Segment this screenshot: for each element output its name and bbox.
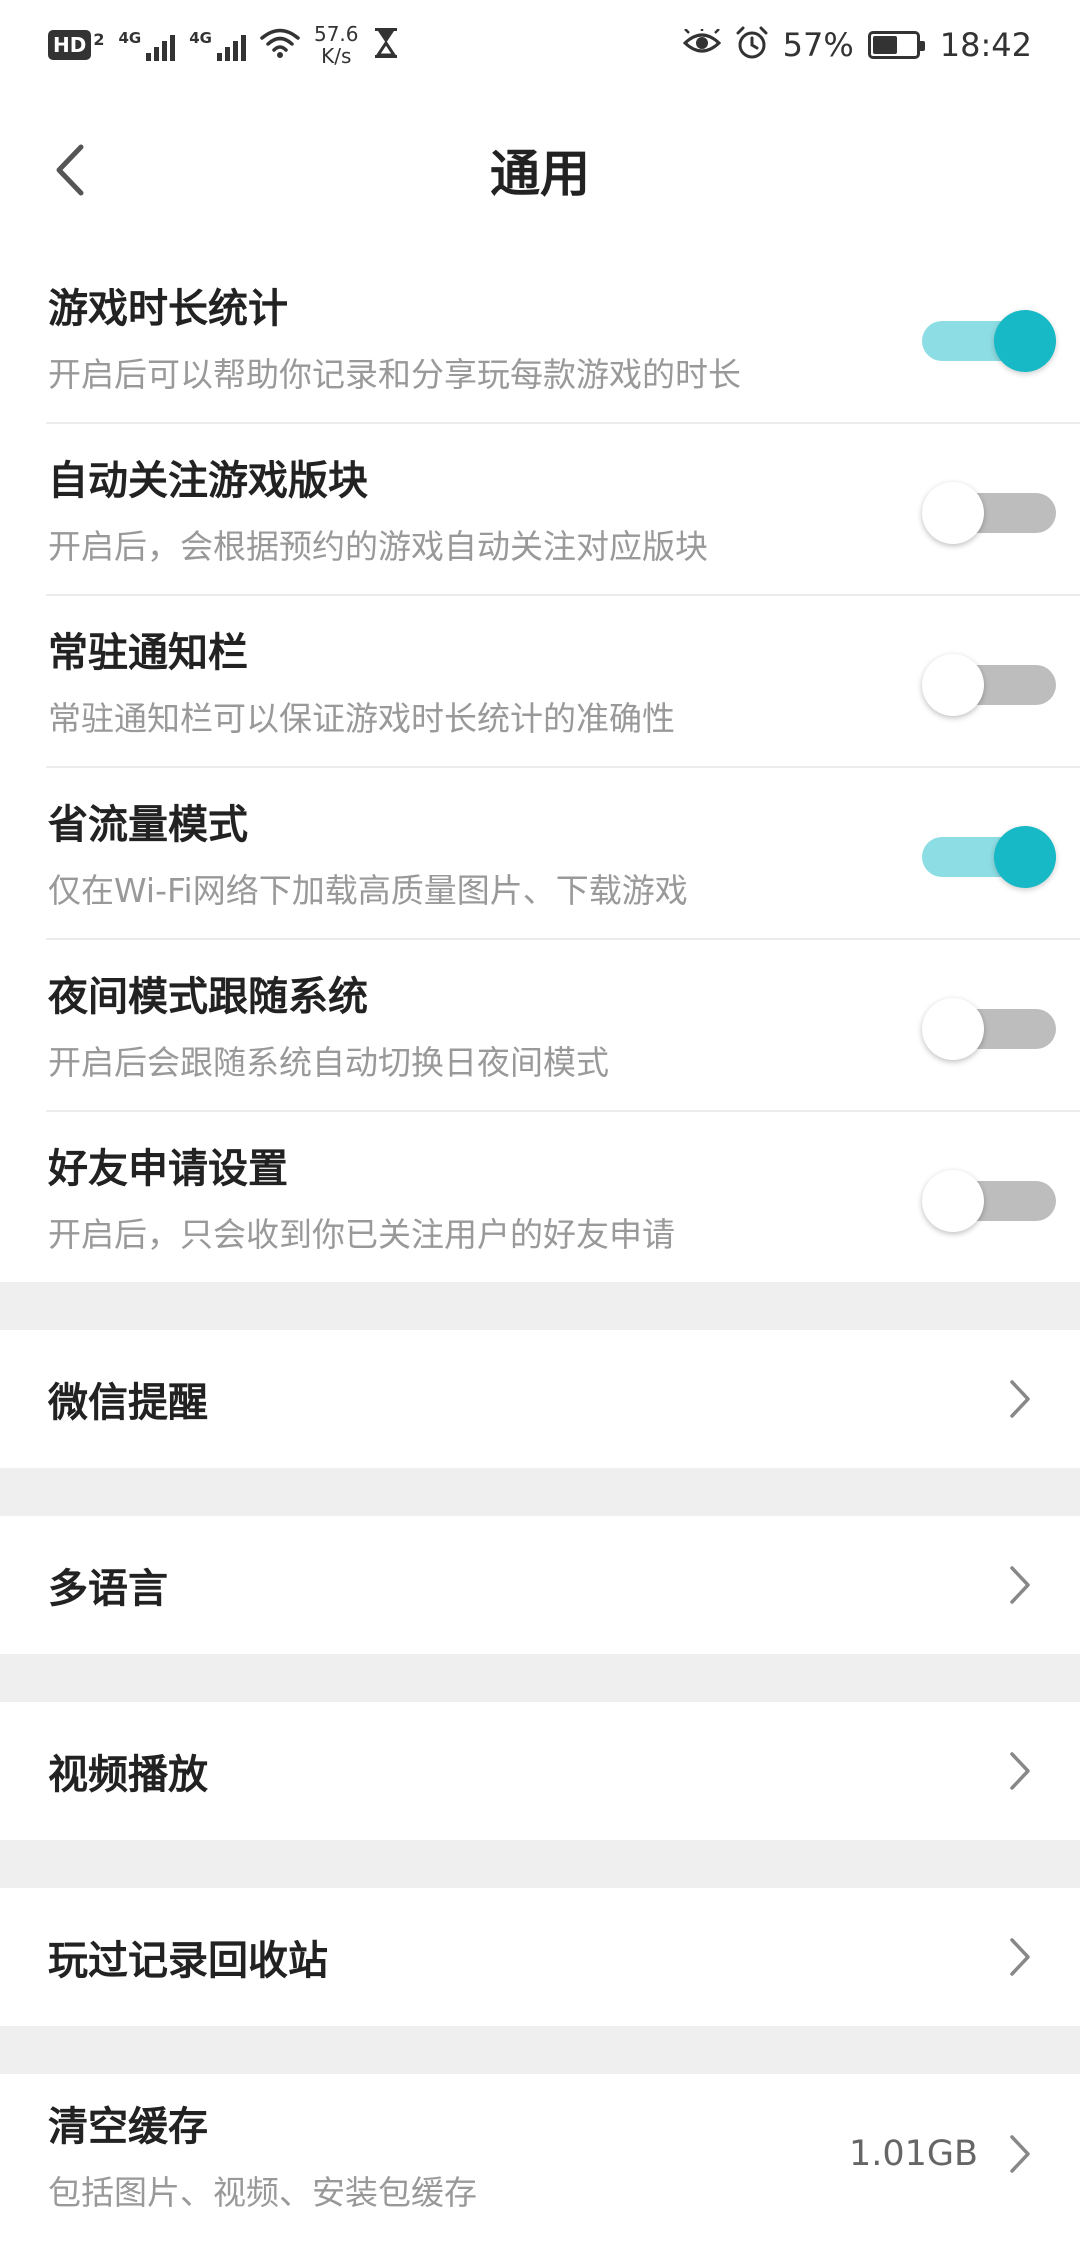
clear-cache-title: 清空缓存 — [48, 2104, 208, 2150]
hd-sub-label: 2 — [93, 29, 105, 49]
toggle-row: 游戏时长统计 开启后可以帮助你记录和分享玩每款游戏的时长 — [0, 250, 1080, 422]
speed-unit: K/s — [321, 44, 352, 68]
header: 通用 — [0, 90, 1080, 250]
speed-value: 57.6 — [313, 22, 359, 46]
settings-screen: HD 2 4G 4G 57.6 K/s 57% 18:42 通用 游戏时长统计 … — [0, 0, 1080, 2244]
nav-row-title: 玩过记录回收站 — [48, 1938, 328, 1984]
toggle-knob — [922, 1170, 984, 1232]
toggle-row-desc: 仅在Wi-Fi网络下加载高质量图片、下载游戏 — [48, 871, 688, 910]
battery-percent: 57% — [782, 26, 854, 64]
battery-icon — [867, 31, 925, 59]
toggle-row: 常驻通知栏 常驻通知栏可以保证游戏时长统计的准确性 — [0, 594, 1080, 766]
signal-label: 4G — [118, 29, 142, 47]
toggle-knob — [922, 482, 984, 544]
toggle-switch[interactable] — [922, 301, 1056, 372]
toggle-row-desc: 开启后会跟随系统自动切换日夜间模式 — [48, 1043, 609, 1082]
section-gap — [0, 1468, 1080, 1516]
toggle-row-texts: 游戏时长统计 开启后可以帮助你记录和分享玩每款游戏的时长 — [48, 276, 741, 396]
hourglass-icon — [373, 27, 399, 63]
clear-cache-texts: 清空缓存 包括图片、视频、安装包缓存 — [48, 2094, 477, 2214]
page-title: 通用 — [490, 145, 590, 203]
toggle-row-desc: 开启后，只会收到你已关注用户的好友申请 — [48, 1215, 675, 1254]
battery-fill — [872, 36, 897, 54]
section-gap — [0, 1840, 1080, 1888]
chevron-right-icon — [1000, 1932, 1040, 1982]
toggle-switch[interactable] — [922, 645, 1056, 716]
toggle-row-texts: 省流量模式 仅在Wi-Fi网络下加载高质量图片、下载游戏 — [48, 792, 688, 912]
eye-icon — [682, 26, 721, 61]
toggle-row-title: 好友申请设置 — [48, 1146, 288, 1192]
chevron-right-icon — [1000, 2129, 1040, 2179]
toggle-row-texts: 夜间模式跟随系统 开启后会跟随系统自动切换日夜间模式 — [48, 964, 609, 1084]
hd-icon: HD 2 — [48, 30, 104, 61]
chevron-left-icon — [56, 144, 84, 196]
toggle-knob — [922, 654, 984, 716]
cache-size-value: 1.01GB — [848, 2134, 978, 2174]
toggle-row-texts: 自动关注游戏版块 开启后，会根据预约的游戏自动关注对应版块 — [48, 448, 708, 568]
clear-cache-desc: 包括图片、视频、安装包缓存 — [48, 2173, 477, 2212]
nav-settings-list: 微信提醒 多语言 视频播放 玩过记录回收站 — [0, 1330, 1080, 2074]
wifi-icon — [260, 27, 300, 63]
network-speed: 57.6 K/s — [314, 23, 359, 67]
toggle-row-desc: 常驻通知栏可以保证游戏时长统计的准确性 — [48, 699, 675, 738]
toggle-row-desc: 开启后可以帮助你记录和分享玩每款游戏的时长 — [48, 355, 741, 394]
chevron-right-icon — [1000, 1374, 1040, 1424]
toggle-row-title: 省流量模式 — [48, 802, 248, 848]
section-gap — [0, 2026, 1080, 2074]
nav-row-title: 微信提醒 — [48, 1380, 208, 1426]
toggle-settings-list: 游戏时长统计 开启后可以帮助你记录和分享玩每款游戏的时长 自动关注游戏版块 开启… — [0, 250, 1080, 1282]
section-gap — [0, 1282, 1080, 1330]
toggle-switch[interactable] — [922, 1161, 1056, 1232]
toggle-row: 省流量模式 仅在Wi-Fi网络下加载高质量图片、下载游戏 — [0, 766, 1080, 938]
toggle-row-desc: 开启后，会根据预约的游戏自动关注对应版块 — [48, 527, 708, 566]
nav-row-title: 多语言 — [48, 1566, 168, 1612]
back-button[interactable] — [40, 130, 100, 210]
toggle-row-title: 夜间模式跟随系统 — [48, 974, 368, 1020]
alarm-icon — [735, 26, 769, 64]
toggle-row: 夜间模式跟随系统 开启后会跟随系统自动切换日夜间模式 — [0, 938, 1080, 1110]
section-gap — [0, 1654, 1080, 1702]
nav-row-title: 视频播放 — [48, 1752, 208, 1798]
toggle-row-texts: 好友申请设置 开启后，只会收到你已关注用户的好友申请 — [48, 1136, 675, 1256]
toggle-switch[interactable] — [922, 473, 1056, 544]
nav-row[interactable]: 视频播放 — [0, 1702, 1080, 1840]
nav-row[interactable]: 微信提醒 — [0, 1330, 1080, 1468]
nav-row[interactable]: 多语言 — [0, 1516, 1080, 1654]
toggle-row-title: 常驻通知栏 — [48, 630, 248, 676]
toggle-switch[interactable] — [922, 817, 1056, 888]
toggle-row-texts: 常驻通知栏 常驻通知栏可以保证游戏时长统计的准确性 — [48, 620, 675, 740]
hd-label: HD — [48, 30, 92, 60]
toggle-row: 自动关注游戏版块 开启后，会根据预约的游戏自动关注对应版块 — [0, 422, 1080, 594]
chevron-right-icon — [1000, 1746, 1040, 1796]
toggle-knob — [994, 826, 1056, 888]
toggle-row-title: 游戏时长统计 — [48, 286, 288, 332]
signal-label: 4G — [189, 29, 212, 47]
clock: 18:42 — [939, 26, 1032, 64]
status-bar: HD 2 4G 4G 57.6 K/s 57% 18:42 — [0, 0, 1080, 90]
chevron-right-icon — [1000, 1560, 1040, 1610]
clear-cache-right: 1.01GB — [849, 2129, 1032, 2179]
signal-icon: 4G — [189, 29, 246, 61]
toggle-row-title: 自动关注游戏版块 — [48, 458, 368, 504]
toggle-knob — [922, 998, 984, 1060]
status-bar-left: HD 2 4G 4G 57.6 K/s — [48, 23, 399, 67]
toggle-row: 好友申请设置 开启后，只会收到你已关注用户的好友申请 — [0, 1110, 1080, 1282]
toggle-switch[interactable] — [922, 989, 1056, 1060]
status-bar-right: 57% 18:42 — [682, 26, 1032, 64]
clear-cache-row[interactable]: 清空缓存 包括图片、视频、安装包缓存 1.01GB — [0, 2074, 1080, 2234]
toggle-knob — [994, 310, 1056, 372]
nav-row[interactable]: 玩过记录回收站 — [0, 1888, 1080, 2026]
signal-icon: 4G — [118, 29, 176, 61]
